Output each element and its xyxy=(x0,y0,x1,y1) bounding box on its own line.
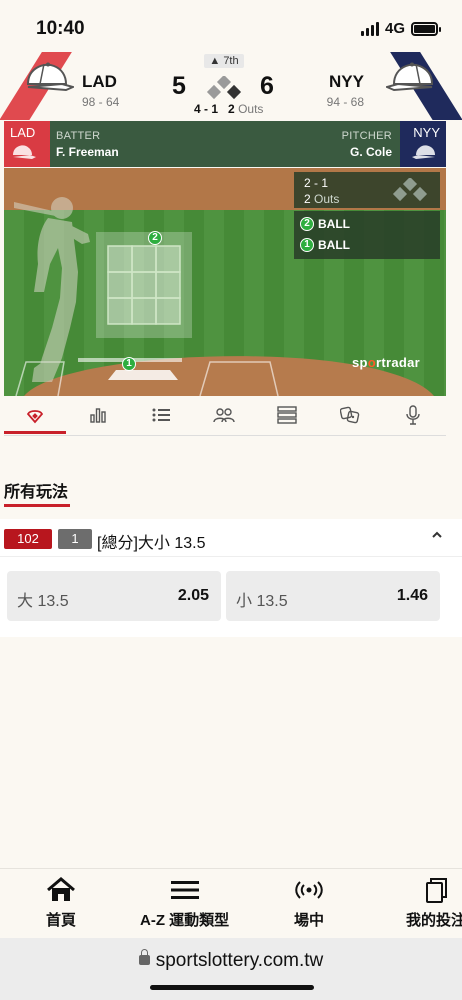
pitch-number-badge: 1 xyxy=(300,238,314,252)
odds-button-under[interactable]: 小 13.5 1.46 xyxy=(226,571,440,621)
pitcher-team-abbr: NYY xyxy=(413,125,440,140)
outs-count: 2 xyxy=(228,102,235,116)
market-title: [總分]大小 13.5 xyxy=(97,535,206,552)
lock-icon xyxy=(138,949,150,965)
pitch-log-row: 2 BALL xyxy=(300,217,350,231)
batter-name: F. Freeman xyxy=(56,145,119,159)
batter-team-abbr: LAD xyxy=(10,125,36,140)
my-bets-icon xyxy=(426,878,447,903)
section-underline xyxy=(4,504,70,507)
home-score: 5 xyxy=(172,72,186,100)
chevron-up-icon[interactable] xyxy=(430,528,444,542)
play-by-play-list-icon xyxy=(152,408,170,422)
pitch-tracker-field: 2 1 2 - 1 2 Outs 2 BALL 1 BALL sportrada… xyxy=(4,168,446,396)
pitch-result: BALL xyxy=(318,217,350,231)
ball-strike-count: 4 - 1 xyxy=(194,102,219,116)
pitch-log-row: 1 BALL xyxy=(300,238,350,252)
head-to-head-icon xyxy=(340,406,360,424)
home-cap-icon xyxy=(26,62,74,92)
pitch-log-panel: 2 BALL 1 BALL xyxy=(294,211,440,259)
count-outs: 4 - 1 2 Outs xyxy=(194,102,263,116)
pitcher-label: PITCHER xyxy=(341,130,392,142)
home-icon xyxy=(47,877,75,901)
stats-bars-icon xyxy=(90,408,106,423)
tab-standings[interactable] xyxy=(275,404,299,426)
market-header[interactable]: 102 1 [總分]大小 13.5 xyxy=(0,519,462,557)
status-right: 4G xyxy=(360,20,441,37)
home-team-abbr: LAD xyxy=(82,72,117,91)
signal-icon xyxy=(360,21,379,36)
battery-icon xyxy=(411,21,441,36)
bottom-nav: 首頁 A-Z 運動類型 場中 我的投注 xyxy=(0,868,462,938)
nav-label: 首頁 xyxy=(46,912,77,929)
market-count-badge: 1 xyxy=(58,529,92,549)
bases-diamond-icon xyxy=(206,76,242,100)
away-cap-icon xyxy=(386,62,434,92)
tab-stats[interactable] xyxy=(86,404,110,426)
nav-my-bets[interactable]: 我的投注 xyxy=(406,877,462,930)
away-score: 6 xyxy=(260,72,274,100)
nav-home[interactable]: 首頁 xyxy=(46,877,76,930)
nav-label: 場中 xyxy=(294,912,325,929)
sportradar-logo: sportradar xyxy=(351,355,420,370)
field-count-panel: 2 - 1 2 Outs xyxy=(294,172,440,208)
tab-commentary[interactable] xyxy=(401,404,425,426)
match-tabs xyxy=(4,398,446,436)
home-team-record: 98 - 64 xyxy=(82,95,120,109)
odds-price: 2.05 xyxy=(177,587,209,604)
all-markets-title[interactable]: 所有玩法 xyxy=(4,478,68,502)
pitcher-team-tag: NYY xyxy=(400,121,446,167)
market-id-badge: 102 xyxy=(4,529,52,549)
odds-price: 1.46 xyxy=(396,587,428,604)
tab-play-by-play[interactable] xyxy=(149,404,173,426)
tab-head-to-head[interactable] xyxy=(338,404,362,426)
away-team-abbr: NYY xyxy=(329,72,364,91)
pitch-marker-1[interactable]: 1 xyxy=(122,357,136,371)
home-indicator[interactable] xyxy=(150,985,314,990)
status-time: 10:40 xyxy=(36,18,85,39)
nav-label: 我的投注 xyxy=(406,912,462,929)
field-outs: 2 Outs xyxy=(304,192,340,206)
nav-a-z-sports[interactable]: A-Z 運動類型 xyxy=(140,877,229,930)
scoreboard: LAD 98 - 64 NYY 94 - 68 5 6 ▲ 7th 4 - 1 … xyxy=(0,52,462,120)
pitch-marker-2[interactable]: 2 xyxy=(148,231,162,245)
field-bases-icon xyxy=(392,178,428,202)
url-display[interactable]: sportslottery.com.tw xyxy=(0,949,462,972)
batter-team-cap-icon xyxy=(13,145,36,159)
field-count: 2 - 1 xyxy=(304,176,329,190)
market-card: 102 1 [總分]大小 13.5 大 13.5 2.05 小 13.5 1.4… xyxy=(0,519,462,637)
away-team-record: 94 - 68 xyxy=(326,95,364,109)
pitch-result: BALL xyxy=(318,238,350,252)
nav-label: A-Z 運動類型 xyxy=(140,912,230,929)
menu-icon xyxy=(170,881,199,899)
odds-label: 小 13.5 xyxy=(236,593,288,610)
url-text: sportslottery.com.tw xyxy=(155,950,324,971)
microphone-icon xyxy=(406,405,420,425)
inning-indicator: ▲ 7th xyxy=(204,54,244,68)
network-type: 4G xyxy=(384,20,405,37)
pitcher-team-cap-icon xyxy=(412,145,435,159)
odds-button-over[interactable]: 大 13.5 2.05 xyxy=(7,571,221,621)
tab-lineups[interactable] xyxy=(212,404,236,426)
batter-label: BATTER xyxy=(56,130,101,142)
live-broadcast-icon xyxy=(295,881,323,899)
matchup-bar: LAD BATTER F. Freeman PITCHER G. Cole NY… xyxy=(4,121,446,167)
standings-table-icon xyxy=(277,406,297,424)
pitch-number-badge: 2 xyxy=(300,217,314,231)
lineup-players-icon xyxy=(213,408,235,423)
outs-label: Outs xyxy=(238,102,264,116)
baseball-field-icon xyxy=(26,410,44,424)
tab-field[interactable] xyxy=(4,404,66,434)
batter-team-tag: LAD xyxy=(4,121,50,167)
browser-url-bar[interactable]: sportslottery.com.tw xyxy=(0,938,462,1000)
nav-live[interactable]: 場中 xyxy=(294,877,324,930)
status-bar: 10:40 4G xyxy=(0,0,462,52)
pitcher-name: G. Cole xyxy=(349,145,392,159)
odds-label: 大 13.5 xyxy=(17,593,69,610)
